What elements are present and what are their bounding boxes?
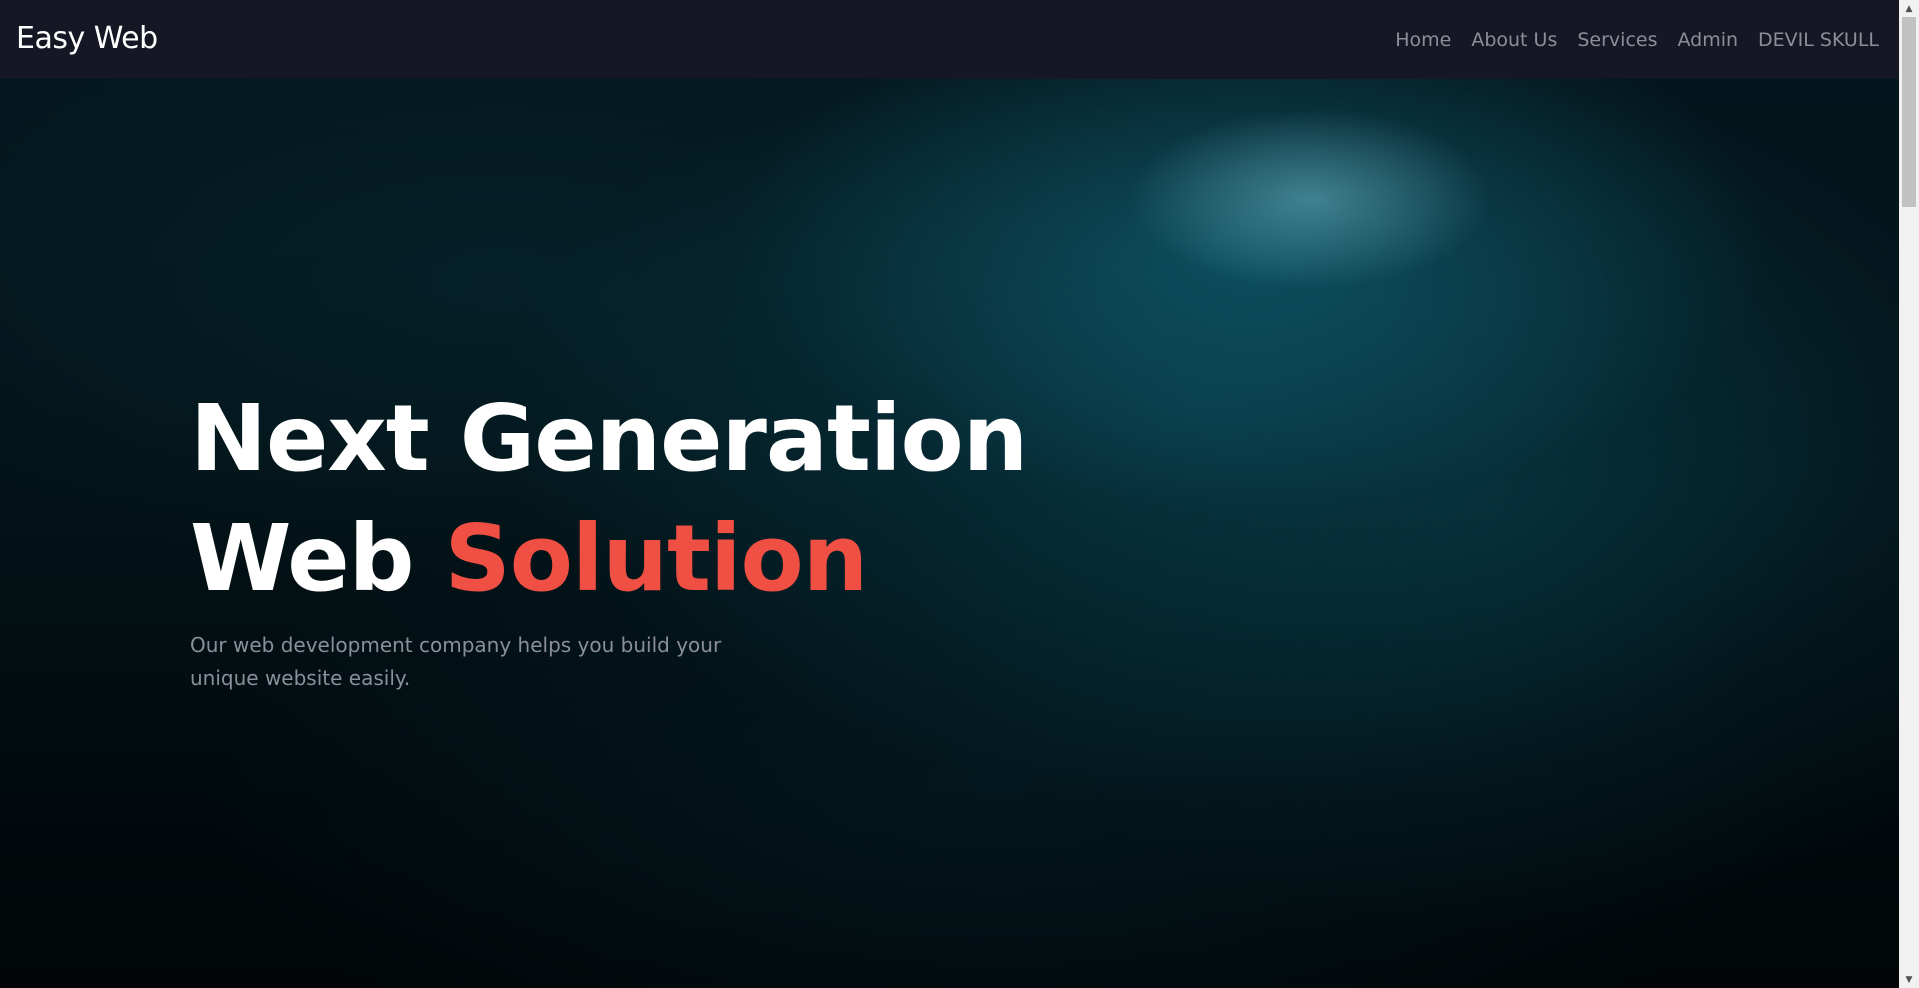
vertical-scrollbar[interactable]: ▲ ▼ (1899, 0, 1919, 988)
nav-link-home[interactable]: Home (1385, 29, 1461, 51)
scrollbar-thumb[interactable] (1902, 17, 1916, 207)
scroll-up-arrow-icon[interactable]: ▲ (1899, 0, 1919, 17)
nav-link-devil-skull[interactable]: DEVIL SKULL (1748, 29, 1879, 51)
hero-title-line1: Next Generation (190, 385, 1028, 492)
nav-link-admin[interactable]: Admin (1667, 29, 1748, 51)
hero-subtitle: Our web development company helps you bu… (190, 633, 722, 690)
nav-links: Home About Us Services Admin DEVIL SKULL (1385, 29, 1879, 51)
hero-title-line2-part1: Web (190, 505, 445, 612)
nav-link-about-us[interactable]: About Us (1461, 29, 1567, 51)
hero-section: Next Generation Web Solution Our web dev… (0, 79, 1899, 988)
hero-title-accent: Solution (444, 505, 868, 612)
brand-logo-link[interactable]: Easy Web (16, 21, 158, 56)
hero-title: Next Generation Web Solution (190, 379, 1090, 619)
scroll-down-arrow-icon[interactable]: ▼ (1899, 971, 1919, 988)
navbar: Easy Web Home About Us Services Admin DE… (0, 0, 1899, 79)
hero-content: Next Generation Web Solution Our web dev… (190, 379, 1090, 695)
nav-link-services[interactable]: Services (1567, 29, 1667, 51)
page: Easy Web Home About Us Services Admin DE… (0, 0, 1919, 988)
